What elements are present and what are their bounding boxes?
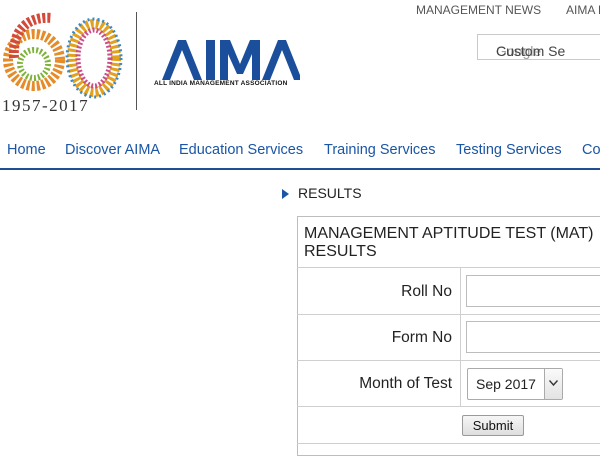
row-divider [297,443,600,444]
anniversary-years: 1957-2017 [2,96,90,115]
roll-no-input[interactable] [466,275,600,307]
form-title-line1: MANAGEMENT APTITUDE TEST (MAT) [304,225,594,242]
aima-full-name: ALL INDIA MANAGEMENT ASSOCIATION [154,80,288,87]
row-divider [297,406,600,407]
digit-six [3,12,65,91]
nav-discover-aima[interactable]: Discover AIMA [65,142,160,158]
anniversary-logo [0,8,128,108]
dropdown-button[interactable] [544,369,562,399]
submit-button[interactable]: Submit [462,415,524,436]
custom-search-input[interactable]: Google Custom Se [477,34,600,60]
form-no-input[interactable] [466,321,600,353]
row-divider [297,360,600,361]
aima-e-link[interactable]: AIMA E [566,3,600,17]
form-title: MANAGEMENT APTITUDE TEST (MAT) RESULTS [304,225,600,261]
management-news-link[interactable]: MANAGEMENT NEWS [416,3,541,17]
month-of-test-select[interactable]: Sep 2017 [467,368,563,400]
nav-training-services[interactable]: Training Services [324,142,435,158]
main-nav: Home Discover AIMA Education Services Tr… [0,132,600,170]
row-divider [297,267,600,268]
search-placeholder: Custom Se [496,43,566,59]
nav-testing-services[interactable]: Testing Services [456,142,562,158]
digit-zero [65,17,123,99]
form-no-label: Form No [391,329,452,346]
month-selected-value: Sep 2017 [476,376,536,392]
row-divider [297,314,600,315]
breadcrumb: RESULTS [298,185,362,201]
column-divider [460,267,461,406]
chevron-down-icon [549,380,558,386]
month-of-test-label: Month of Test [359,375,452,392]
form-title-line2: RESULTS [304,243,377,260]
header-divider [136,12,137,110]
triangle-right-icon [282,189,289,199]
nav-home[interactable]: Home [7,142,46,158]
roll-no-label: Roll No [401,283,452,300]
nav-more[interactable]: Co [582,142,600,158]
nav-education-services[interactable]: Education Services [179,142,303,158]
aima-logo[interactable] [160,38,302,82]
